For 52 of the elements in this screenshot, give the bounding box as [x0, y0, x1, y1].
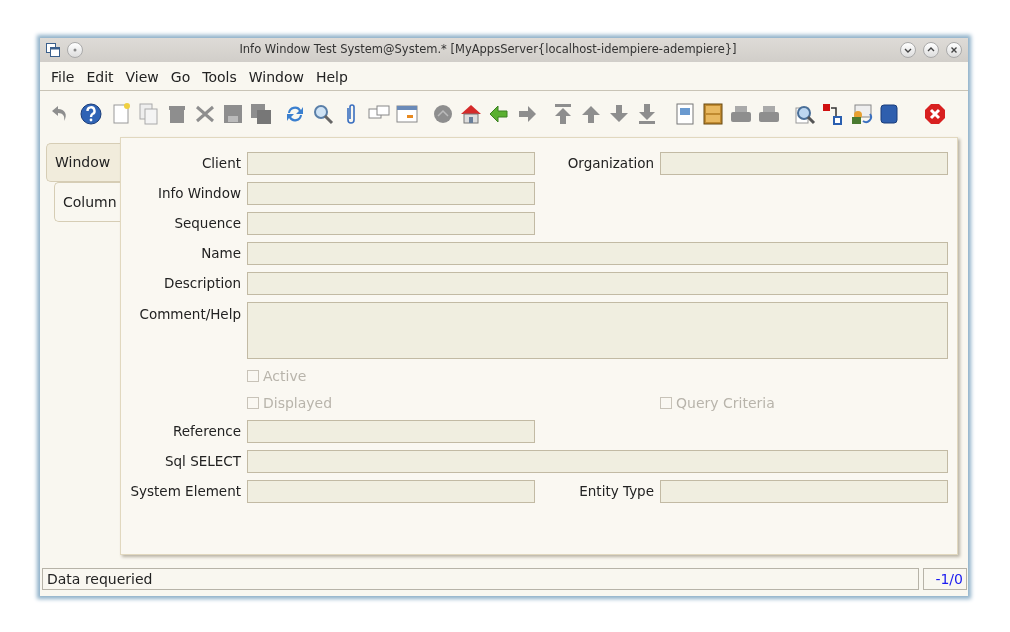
input-field[interactable] [247, 272, 948, 295]
checkbox-label: Active [263, 366, 307, 386]
menu-item[interactable]: File [45, 66, 81, 88]
tile-icon[interactable] [877, 102, 901, 126]
menu-item[interactable]: View [119, 66, 165, 88]
input-field[interactable] [247, 450, 948, 473]
input-field[interactable] [247, 212, 535, 235]
input-field[interactable] [247, 420, 535, 443]
search-icon[interactable] [311, 102, 335, 126]
field-label: Sequence [173, 214, 241, 234]
save-all-icon[interactable] [249, 102, 273, 126]
status-message: Data requeried [42, 568, 919, 590]
field-label: Description [163, 274, 241, 294]
checkbox-label: Displayed [263, 393, 333, 413]
help-icon[interactable] [79, 102, 103, 126]
save-icon[interactable] [221, 102, 245, 126]
field-label: Comment/Help [138, 305, 241, 324]
menu-item[interactable]: Help [309, 66, 354, 88]
field-label: Reference [172, 422, 241, 442]
history-icon[interactable] [431, 102, 455, 126]
dot-icon[interactable] [73, 48, 77, 52]
input-field[interactable] [660, 480, 948, 503]
checkbox-label: Query Criteria [676, 393, 775, 413]
field-label: Organization [566, 154, 654, 174]
input-field[interactable] [247, 152, 535, 175]
close-icon[interactable] [923, 102, 947, 126]
tab[interactable]: Column [54, 182, 120, 222]
input-field[interactable] [247, 242, 948, 265]
request-icon[interactable] [821, 102, 845, 126]
report-icon[interactable] [673, 102, 697, 126]
input-field[interactable] [247, 182, 535, 205]
workflow-icon[interactable] [849, 102, 873, 126]
menu-item[interactable]: Edit [80, 66, 120, 88]
cabinet-icon[interactable] [701, 102, 725, 126]
home-icon[interactable] [459, 102, 483, 126]
field-label: Name [200, 244, 241, 264]
field-label: Sql SELECT [164, 452, 241, 472]
table-icon[interactable] [395, 102, 419, 126]
field-label: System Element [129, 482, 241, 502]
field-label: Client [200, 154, 241, 174]
input-field[interactable] [660, 152, 948, 175]
menu-item[interactable]: Window [242, 66, 310, 88]
field-label: Entity Type [578, 482, 654, 502]
window-title: Info Window Test System@System.* [MyAppsServer{localhost-idempiere-adempiere}] [238, 41, 738, 59]
tab[interactable]: Window [46, 143, 120, 182]
text-area[interactable] [247, 302, 948, 359]
app-icon [46, 43, 60, 57]
field-label: Info Window [156, 184, 241, 204]
record-counter: -1/0 [923, 568, 967, 590]
menu-item[interactable]: Go [164, 66, 197, 88]
menu-item[interactable]: Tools [196, 66, 243, 88]
input-field[interactable] [247, 480, 535, 503]
